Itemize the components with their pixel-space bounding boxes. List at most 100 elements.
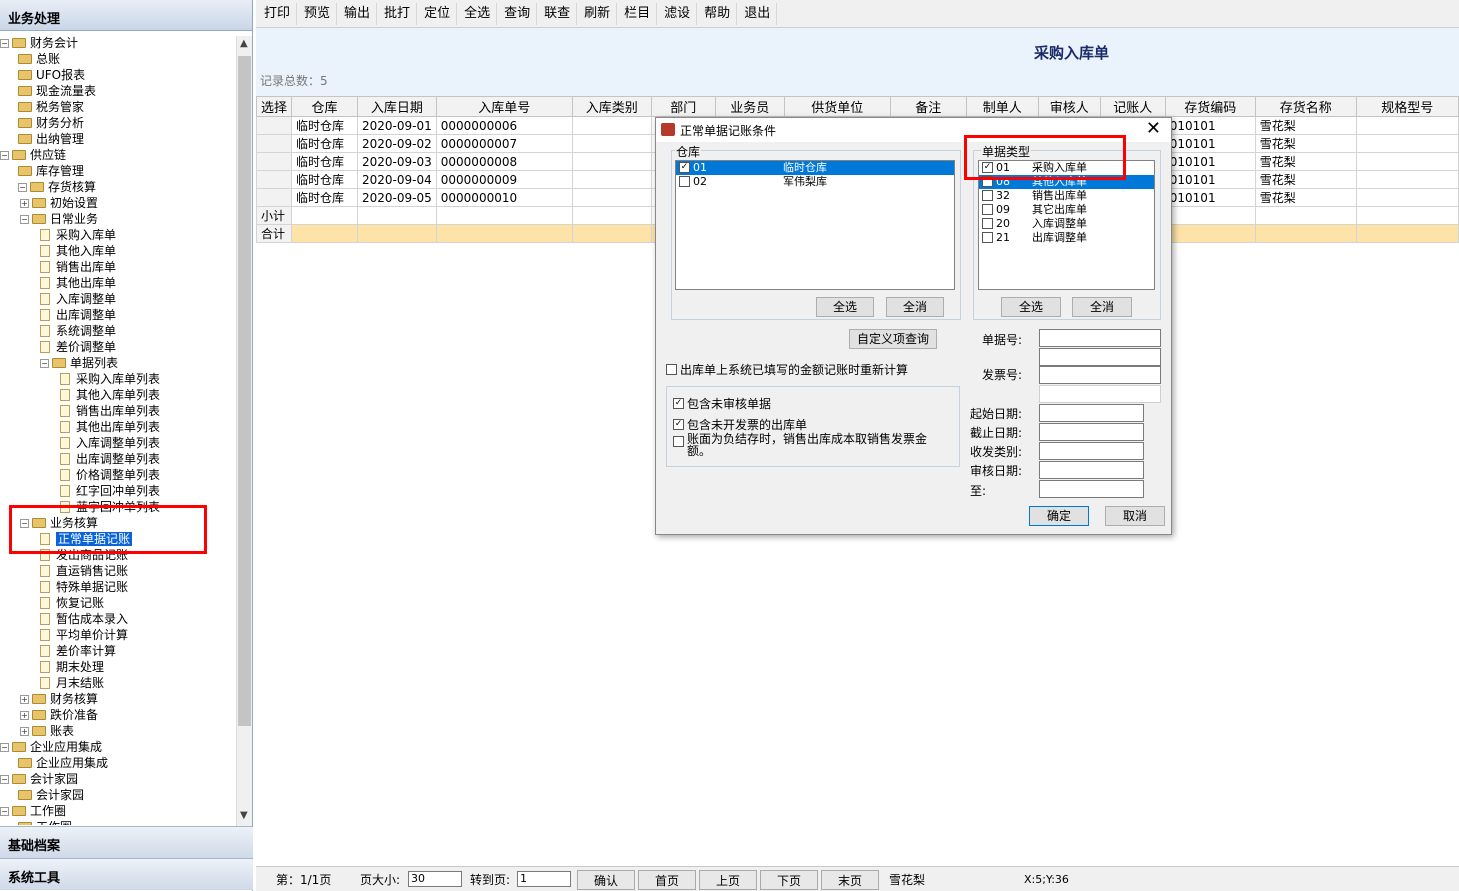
- ok-button[interactable]: 确定: [1029, 506, 1089, 526]
- column-header[interactable]: 规格型号: [1355, 96, 1459, 117]
- toolbar-button[interactable]: 批打: [378, 3, 418, 25]
- tree-scrollbar[interactable]: ▲ ▼: [236, 36, 252, 826]
- include-uninvoiced-checkbox[interactable]: ✓: [673, 419, 684, 430]
- scroll-up-icon[interactable]: ▲: [240, 38, 248, 49]
- page-size-input[interactable]: 30: [408, 871, 462, 887]
- tree-item[interactable]: 出纳管理: [18, 131, 84, 147]
- tree-item[interactable]: 差价调整单: [40, 339, 116, 355]
- cancel-button[interactable]: 取消: [1105, 506, 1165, 526]
- toolbar-button[interactable]: 退出: [738, 3, 778, 25]
- tree-item[interactable]: − 单据列表: [40, 355, 118, 371]
- list-item[interactable]: 32 销售出库单: [979, 189, 1154, 203]
- list-item[interactable]: ✓ 01 临时仓库: [676, 161, 954, 175]
- column-header[interactable]: 仓库: [291, 96, 359, 117]
- column-header[interactable]: 入库单号: [435, 96, 573, 117]
- tree-item[interactable]: + 财务核算: [20, 691, 98, 707]
- tree-item[interactable]: 期末处理: [40, 659, 104, 675]
- list-item[interactable]: 21 出库调整单: [979, 231, 1154, 245]
- goto-page-input[interactable]: 1: [517, 871, 571, 887]
- first-page-button[interactable]: 首页: [638, 870, 696, 890]
- collapse-icon[interactable]: −: [0, 151, 9, 160]
- item-checkbox[interactable]: [982, 231, 993, 243]
- tree-item[interactable]: 其他出库单: [40, 275, 116, 291]
- column-header[interactable]: 备注: [889, 96, 967, 117]
- include-uninvoiced-option[interactable]: ✓ 包含未开发票的出库单: [673, 416, 807, 433]
- criteria-input[interactable]: [1039, 404, 1144, 422]
- collapse-icon[interactable]: −: [0, 775, 9, 784]
- doctype-deselect-all-button[interactable]: 全消: [1072, 297, 1132, 317]
- criteria-input[interactable]: [1039, 348, 1161, 366]
- tree-item[interactable]: 出库调整单: [40, 307, 116, 323]
- negative-balance-option[interactable]: 账面为负结存时，销售出库成本取销售发票金额。: [673, 433, 943, 457]
- tree-item[interactable]: 财务分析: [18, 115, 84, 131]
- item-checkbox[interactable]: [982, 203, 993, 215]
- list-item[interactable]: 09 其它出库单: [979, 203, 1154, 217]
- column-header[interactable]: 存货编码: [1164, 96, 1256, 117]
- panel-title-business[interactable]: 业务处理: [0, 0, 252, 31]
- tree-item[interactable]: 入库调整单: [40, 291, 116, 307]
- recalc-option[interactable]: 出库单上系统已填写的金额记账时重新计算: [666, 361, 908, 378]
- tree-item[interactable]: + 跌价准备: [20, 707, 98, 723]
- toolbar-button[interactable]: 打印: [258, 3, 298, 25]
- criteria-input[interactable]: [1039, 423, 1144, 441]
- toolbar-button[interactable]: 定位: [418, 3, 458, 25]
- tree-item[interactable]: 暂估成本录入: [40, 611, 128, 627]
- warehouse-list[interactable]: ✓ 01 临时仓库 02 军伟梨库: [675, 160, 955, 290]
- tree-item[interactable]: 采购入库单列表: [60, 371, 160, 387]
- tree-item[interactable]: 库存管理: [18, 163, 84, 179]
- criteria-input[interactable]: [1039, 329, 1161, 347]
- tree-item[interactable]: − 日常业务: [20, 211, 98, 227]
- tree-item[interactable]: 价格调整单列表: [60, 467, 160, 483]
- warehouse-deselect-all-button[interactable]: 全消: [886, 297, 944, 317]
- column-header[interactable]: 入库类别: [571, 96, 652, 117]
- tree-item[interactable]: 入库调整单列表: [60, 435, 160, 451]
- tree-item[interactable]: 系统调整单: [40, 323, 116, 339]
- custom-query-button[interactable]: 自定义项查询: [849, 329, 937, 349]
- collapse-icon[interactable]: −: [40, 359, 49, 368]
- collapse-icon[interactable]: −: [20, 215, 29, 224]
- tree-item[interactable]: 销售出库单: [40, 259, 116, 275]
- toolbar-button[interactable]: 输出: [338, 3, 378, 25]
- tree-item[interactable]: 恢复记账: [40, 595, 104, 611]
- tree-item[interactable]: 总账: [18, 51, 60, 67]
- item-checkbox[interactable]: [982, 189, 993, 201]
- warehouse-select-all-button[interactable]: 全选: [816, 297, 874, 317]
- recalc-checkbox[interactable]: [666, 364, 677, 375]
- tree-item[interactable]: 平均单价计算: [40, 627, 128, 643]
- collapse-icon[interactable]: −: [0, 807, 9, 816]
- collapse-icon[interactable]: −: [0, 743, 9, 752]
- tree-item[interactable]: 差价率计算: [40, 643, 116, 659]
- item-checkbox[interactable]: [679, 175, 690, 187]
- tree-item[interactable]: − 会计家园: [0, 771, 78, 787]
- list-item[interactable]: 02 军伟梨库: [676, 175, 954, 189]
- tree-item[interactable]: 其他入库单: [40, 243, 116, 259]
- toolbar-button[interactable]: 预览: [298, 3, 338, 25]
- toolbar-button[interactable]: 帮助: [698, 3, 738, 25]
- negative-balance-checkbox[interactable]: [673, 436, 684, 447]
- tree-item[interactable]: − 工作圈: [0, 803, 66, 819]
- tree-item[interactable]: 月末结账: [40, 675, 104, 691]
- scroll-thumb[interactable]: [238, 56, 251, 726]
- tree-item[interactable]: 销售出库单列表: [60, 403, 160, 419]
- tree-item[interactable]: + 初始设置: [20, 195, 98, 211]
- close-icon[interactable]: ✕: [1146, 119, 1161, 139]
- column-header[interactable]: 业务员: [714, 96, 785, 117]
- tree-item[interactable]: 企业应用集成: [18, 755, 108, 771]
- collapse-icon[interactable]: −: [18, 183, 27, 192]
- prev-page-button[interactable]: 上页: [699, 870, 757, 890]
- tree-item[interactable]: 红字回冲单列表: [60, 483, 160, 499]
- tree-item[interactable]: − 存货核算: [18, 179, 96, 195]
- column-header[interactable]: 审核人: [1037, 96, 1101, 117]
- panel-basic-archive[interactable]: 基础档案: [0, 826, 253, 858]
- expand-icon[interactable]: +: [20, 199, 29, 208]
- tree-item[interactable]: 特殊单据记账: [40, 579, 128, 595]
- tree-item[interactable]: 出库调整单列表: [60, 451, 160, 467]
- list-item[interactable]: 20 入库调整单: [979, 217, 1154, 231]
- tree-item[interactable]: − 供应链: [0, 147, 66, 163]
- toolbar-button[interactable]: 联查: [538, 3, 578, 25]
- scroll-down-icon[interactable]: ▼: [240, 810, 248, 821]
- expand-icon[interactable]: +: [20, 727, 29, 736]
- tree-item[interactable]: 其他出库单列表: [60, 419, 160, 435]
- tree-item[interactable]: + 账表: [20, 723, 74, 739]
- tree-item[interactable]: 工作圈: [18, 819, 72, 825]
